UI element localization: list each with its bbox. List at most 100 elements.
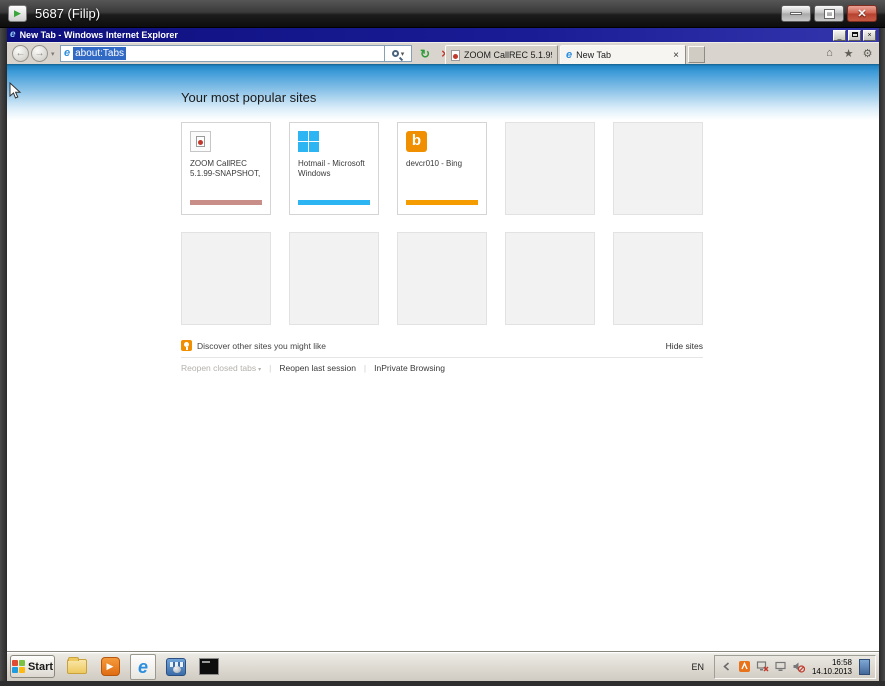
vm-window-controls: ✕ (781, 5, 877, 22)
empty-tile (505, 232, 595, 325)
volume-muted-tray-icon[interactable] (792, 660, 805, 673)
internet-explorer-button[interactable]: e (130, 654, 156, 680)
discover-link[interactable]: Discover other sites you might like (197, 341, 326, 351)
mouse-cursor (9, 82, 23, 100)
ie-window-title: New Tab - Windows Internet Explorer (20, 30, 178, 40)
tile-title: devcr010 - Bing (406, 159, 478, 169)
page-header-gradient (7, 64, 879, 120)
home-button[interactable]: ⌂ (823, 47, 836, 60)
windows-flag-icon (12, 660, 25, 673)
vm-minimize-button[interactable] (781, 5, 811, 22)
ie-titlebar: e New Tab - Windows Internet Explorer _ … (7, 28, 879, 42)
site-tile-callrec[interactable]: ZOOM CallREC 5.1.99-SNAPSHOT, b... (181, 122, 271, 215)
clock[interactable]: 16:58 14.10.2013 (810, 658, 854, 676)
popular-sites-row-2 (181, 232, 703, 325)
empty-tile (181, 232, 271, 325)
media-player-icon: ▶ (101, 657, 120, 676)
tile-title: ZOOM CallREC 5.1.99-SNAPSHOT, b... (190, 159, 262, 179)
show-desktop-button[interactable] (859, 659, 870, 675)
navbar-right-icons: ⌂ ★ ⚙ (823, 47, 874, 60)
remote-console-button[interactable] (163, 654, 189, 680)
page-favicon-icon: e (64, 48, 70, 59)
tab-label: ZOOM CallREC 5.1.99-SNAPSH... (464, 50, 552, 60)
empty-tile (397, 232, 487, 325)
empty-tile (505, 122, 595, 215)
tab-zoom-callrec[interactable]: ZOOM CallREC 5.1.99-SNAPSH... (445, 45, 558, 65)
star-icon: ★ (844, 48, 854, 60)
tile-popularity-bar (190, 200, 262, 205)
favorites-button[interactable]: ★ (842, 47, 855, 60)
search-icon (392, 50, 399, 57)
search-dropdown-icon: ▾ (401, 50, 405, 58)
device-error-tray-icon[interactable] (756, 660, 769, 673)
ie-window-controls: _ × (833, 30, 876, 41)
windows-logo-icon (298, 131, 319, 152)
media-player-button[interactable]: ▶ (97, 654, 123, 680)
terminal-button[interactable] (196, 654, 222, 680)
explorer-folder-button[interactable] (64, 654, 90, 680)
tab-new-tab[interactable]: e New Tab × (560, 45, 686, 65)
reopen-closed-tabs-link[interactable]: Reopen closed tabs▾ (181, 363, 261, 373)
bing-logo-icon: b (406, 131, 427, 152)
popular-sites-row-1: ZOOM CallREC 5.1.99-SNAPSHOT, b... Hotma… (181, 122, 703, 215)
start-button[interactable]: Start (10, 655, 55, 678)
folder-icon (67, 659, 87, 674)
ie-minimize-button[interactable]: _ (833, 30, 846, 41)
vm-frame-left (0, 28, 7, 686)
ie-logo-icon: e (10, 30, 16, 40)
reopen-last-session-link[interactable]: Reopen last session (279, 363, 356, 373)
inprivate-browsing-link[interactable]: InPrivate Browsing (374, 363, 445, 373)
language-indicator[interactable]: EN (687, 660, 708, 674)
tray-panel: 16:58 14.10.2013 (714, 655, 876, 679)
tab-label: New Tab (576, 50, 668, 60)
callrec-favicon-box (190, 131, 211, 152)
back-button[interactable]: ← (12, 45, 29, 62)
back-icon: ← (16, 48, 26, 59)
minimize-icon: _ (838, 33, 842, 40)
page-title: Your most popular sites (181, 90, 316, 105)
system-tray: EN 16:58 14.10.2013 (687, 655, 876, 679)
new-tab-button[interactable] (688, 46, 705, 63)
site-tile-bing[interactable]: b devcr010 - Bing (397, 122, 487, 215)
tile-popularity-bar (406, 200, 478, 205)
home-icon: ⌂ (826, 47, 833, 59)
remote-console-icon (166, 658, 186, 676)
empty-tile (289, 232, 379, 325)
show-hidden-icons-chevron[interactable] (720, 660, 733, 673)
app-tray-icon[interactable] (738, 660, 751, 673)
ie-restore-button[interactable] (848, 30, 861, 41)
refresh-icon: ↻ (420, 47, 430, 61)
address-value: about:Tabs (73, 47, 126, 60)
restore-icon (852, 32, 858, 37)
network-tray-icon[interactable] (774, 660, 787, 673)
ie-close-button[interactable]: × (863, 30, 876, 41)
forward-button[interactable]: → (31, 45, 48, 62)
guest-screen: e New Tab - Windows Internet Explorer _ … (7, 28, 879, 681)
refresh-button[interactable]: ↻ (416, 45, 434, 62)
tile-title: Hotmail - Microsoft Windows (298, 159, 370, 179)
address-input[interactable]: e about:Tabs (60, 45, 385, 62)
taskbar: Start ▶ e EN 16:58 14. (7, 651, 879, 681)
empty-tile (613, 232, 703, 325)
time-label: 16:58 (812, 658, 852, 667)
empty-tile (613, 122, 703, 215)
internet-explorer-icon: e (138, 658, 148, 676)
ie-favicon-icon: e (566, 50, 572, 61)
vm-maximize-button[interactable] (814, 5, 844, 22)
settings-button[interactable]: ⚙ (861, 47, 874, 60)
minimize-icon (790, 12, 802, 15)
chevron-down-icon: ▾ (258, 367, 261, 373)
vm-close-button[interactable]: ✕ (847, 5, 877, 22)
quick-launch: ▶ e (64, 654, 222, 680)
site-tile-hotmail[interactable]: Hotmail - Microsoft Windows (289, 122, 379, 215)
link-separator: | (269, 363, 271, 373)
gear-icon: ⚙ (863, 48, 873, 60)
close-icon: × (867, 32, 871, 39)
vm-window-title: 5687 (Filip) (35, 6, 100, 21)
search-button[interactable]: ▾ (385, 45, 412, 62)
ie-navbar: ← → ▾ e about:Tabs ▾ ↻ × ZOOM CallREC 5.… (7, 42, 879, 64)
tab-close-icon[interactable]: × (672, 50, 680, 61)
recent-pages-dropdown[interactable]: ▾ (51, 50, 55, 58)
hide-sites-link[interactable]: Hide sites (666, 341, 703, 351)
vm-frame-right (879, 28, 885, 686)
